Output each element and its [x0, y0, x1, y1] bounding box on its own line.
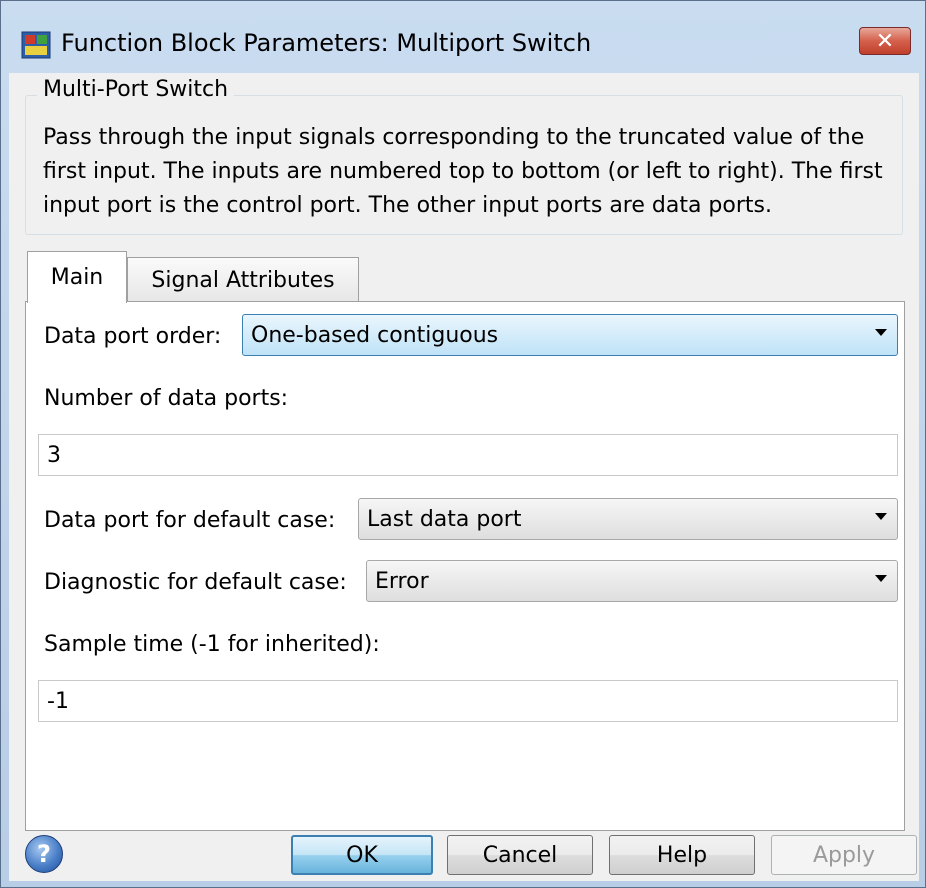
help-icon[interactable]: ? — [25, 835, 63, 873]
number-of-ports-field[interactable]: 3 — [38, 434, 898, 476]
number-of-ports-value: 3 — [47, 442, 61, 468]
group-title: Multi-Port Switch — [37, 77, 235, 102]
window-title: Function Block Parameters: Multiport Swi… — [61, 29, 592, 57]
help-button[interactable]: Help — [609, 835, 755, 875]
tab-signal-attributes[interactable]: Signal Attributes — [127, 257, 359, 303]
question-mark-glyph: ? — [37, 840, 51, 868]
close-icon: ✕ — [875, 28, 895, 54]
main-tab-panel: Data port order: One-based contiguous Nu… — [25, 301, 905, 831]
simulink-block-icon — [21, 31, 51, 59]
default-case-port-select[interactable]: Last data port — [358, 498, 898, 540]
cancel-button[interactable]: Cancel — [447, 835, 593, 875]
default-case-port-value: Last data port — [367, 506, 522, 532]
chevron-down-icon — [875, 513, 887, 520]
block-description: Pass through the input signals correspon… — [43, 125, 883, 218]
tab-main-label: Main — [50, 265, 104, 290]
data-port-order-select[interactable]: One-based contiguous — [242, 314, 898, 356]
data-port-order-label: Data port order: — [44, 324, 222, 349]
dialog-client-area: Multi-Port Switch Pass through the input… — [9, 73, 919, 881]
number-of-ports-label: Number of data ports: — [44, 386, 289, 411]
data-port-order-value: One-based contiguous — [251, 322, 499, 348]
diagnostic-select[interactable]: Error — [366, 560, 898, 602]
sample-time-field[interactable]: -1 — [38, 680, 898, 722]
diagnostic-label: Diagnostic for default case: — [44, 570, 347, 595]
cancel-button-label: Cancel — [482, 842, 558, 868]
chevron-down-icon — [875, 329, 887, 336]
apply-button[interactable]: Apply — [771, 835, 917, 875]
sample-time-value: -1 — [47, 688, 69, 714]
default-case-port-label: Data port for default case: — [44, 508, 336, 533]
sample-time-label: Sample time (-1 for inherited): — [44, 632, 380, 657]
tab-main[interactable]: Main — [27, 251, 127, 303]
title-bar[interactable]: Function Block Parameters: Multiport Swi… — [1, 1, 925, 73]
ok-button[interactable]: OK — [291, 835, 433, 875]
diagnostic-value: Error — [375, 568, 429, 594]
apply-button-label: Apply — [812, 842, 876, 868]
tab-signal-attributes-label: Signal Attributes — [151, 268, 335, 293]
close-button[interactable]: ✕ — [859, 27, 911, 55]
ok-button-label: OK — [346, 842, 378, 868]
chevron-down-icon — [875, 575, 887, 582]
help-button-label: Help — [656, 842, 708, 868]
dialog-window: Function Block Parameters: Multiport Swi… — [0, 0, 926, 888]
